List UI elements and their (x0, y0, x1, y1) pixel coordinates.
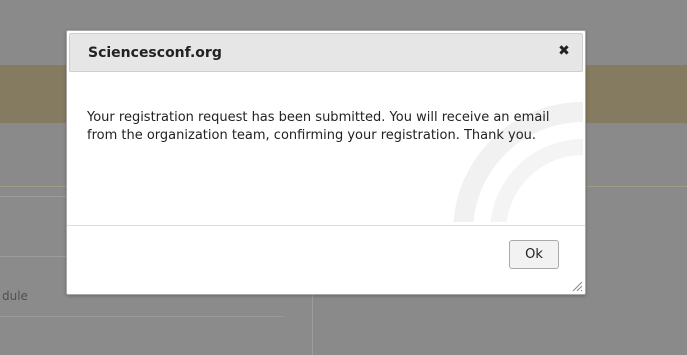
dialog-content: Your registration request has been submi… (67, 72, 583, 222)
decorative-arc-icon (453, 102, 583, 222)
background-module-label: dule (2, 289, 28, 303)
dialog-message: Your registration request has been submi… (87, 110, 550, 143)
background-input-line (0, 316, 284, 317)
resize-grip-icon[interactable] (571, 280, 583, 292)
dialog-button-pane: Ok (67, 225, 585, 294)
registration-dialog: Sciencesconf.org ✖ Your registration req… (66, 30, 586, 295)
close-icon[interactable]: ✖ (554, 41, 574, 61)
dialog-titlebar[interactable]: Sciencesconf.org ✖ (69, 33, 583, 72)
background-panel-divider (0, 256, 70, 257)
dialog-title: Sciencesconf.org (88, 45, 222, 61)
ok-button[interactable]: Ok (509, 240, 559, 269)
